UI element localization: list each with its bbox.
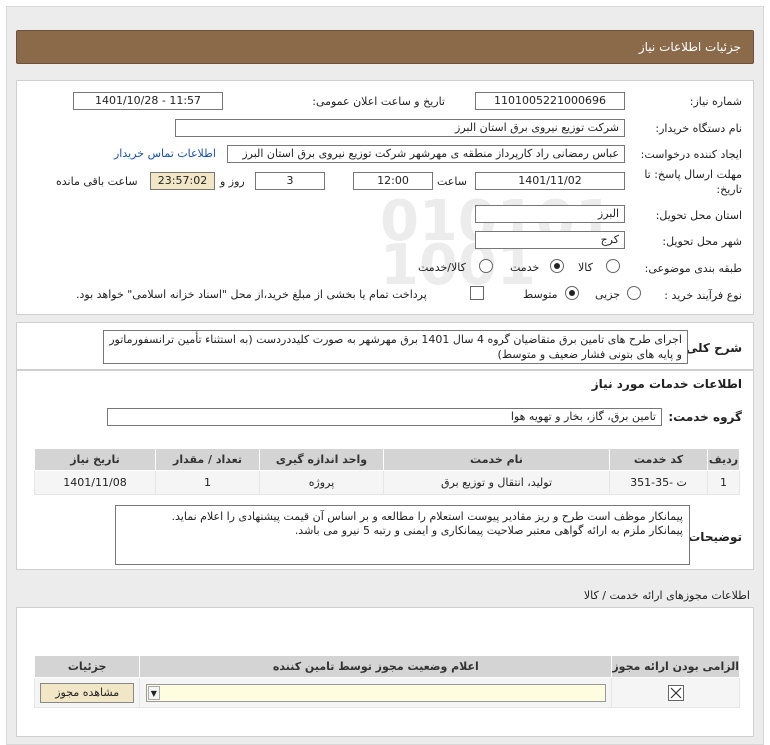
province-field: البرز — [475, 205, 625, 223]
services-table: ردیف کد خدمت نام خدمت واحد اندازه گیری ت… — [34, 448, 740, 495]
cell-permit-status: ▼ — [139, 677, 613, 708]
col-permit-required: الزامی بودن ارائه مجوز — [611, 655, 740, 678]
page-title: جزئیات اطلاعات نیاز — [638, 40, 741, 54]
col-permit-details: جزئیات — [33, 655, 141, 678]
process-label: نوع فرآیند خرید : — [664, 289, 742, 302]
services-table-header: ردیف کد خدمت نام خدمت واحد اندازه گیری ت… — [34, 448, 740, 471]
process-radio-medium[interactable] — [565, 286, 579, 300]
deadline-label-1: مهلت ارسال پاسخ: تا — [644, 168, 742, 181]
buyer-notes-line-1: پیمانکار موظف است طرح و ریز مقادیر پیوست… — [171, 510, 683, 523]
process-radio-minor[interactable] — [627, 286, 641, 300]
buyer-org-field: شرکت توزیع نیروی برق استان البرز — [175, 119, 625, 137]
chevron-down-icon: ▼ — [147, 685, 160, 700]
col-unit: واحد اندازه گیری — [259, 448, 384, 471]
category-option-service: خدمت — [510, 261, 540, 274]
category-radio-goods[interactable] — [606, 259, 620, 273]
cell-unit: پروژه — [259, 470, 384, 495]
permits-table: الزامی بودن ارائه مجوز اعلام وضعیت مجوز … — [33, 655, 740, 708]
days-label: روز و — [220, 175, 245, 188]
deadline-date-field: 1401/11/02 — [475, 172, 625, 190]
description-box: اجرای طرح های تامین برق متقاضیان گروه 4 … — [103, 330, 688, 364]
process-option-medium: متوسط — [523, 288, 558, 301]
description-text: اجرای طرح های تامین برق متقاضیان گروه 4 … — [109, 333, 682, 361]
permits-table-header: الزامی بودن ارائه مجوز اعلام وضعیت مجوز … — [33, 655, 740, 678]
table-row: 1 ت -35-351 تولید، انتقال و توزیع برق پر… — [34, 470, 740, 495]
col-permit-status: اعلام وضعیت مجوز توسط تامین کننده — [139, 655, 613, 678]
need-number-label: شماره نیاز: — [689, 95, 742, 108]
cell-row: 1 — [707, 470, 740, 495]
announce-date-label: تاریخ و ساعت اعلان عمومی: — [312, 95, 445, 108]
category-radio-service[interactable] — [550, 259, 564, 273]
need-info-panel — [16, 80, 754, 315]
deadline-time-label: ساعت — [437, 175, 467, 188]
table-row: ▼ مشاهده مجوز — [33, 677, 740, 708]
remaining-time-field: 23:57:02 — [150, 172, 215, 190]
contact-info-link[interactable]: اطلاعات تماس خریدار — [114, 147, 216, 160]
cell-need-date: 1401/11/08 — [34, 470, 156, 495]
permits-section-title: اطلاعات مجوزهای ارائه خدمت / کالا — [583, 589, 750, 602]
cell-service-code: ت -35-351 — [609, 470, 708, 495]
col-row: ردیف — [707, 448, 740, 471]
creator-field: عباس رمضانی راد کارپرداز منطقه ی مهرشهر … — [227, 145, 625, 163]
buyer-org-label: نام دستگاه خریدار: — [655, 122, 742, 135]
remaining-label: ساعت باقی مانده — [56, 175, 138, 188]
services-section-title: اطلاعات خدمات مورد نیاز — [591, 377, 742, 391]
category-option-goods: کالا — [578, 261, 593, 274]
deadline-time-field: 12:00 — [353, 172, 433, 190]
deadline-label-2: تاریخ: — [716, 183, 742, 196]
treasury-checkbox[interactable] — [470, 286, 484, 300]
col-service-name: نام خدمت — [383, 448, 610, 471]
process-option-minor: جزیی — [595, 288, 621, 301]
col-service-code: کد خدمت — [609, 448, 708, 471]
cell-permit-required — [611, 677, 740, 708]
category-option-goods-service: کالا/خدمت — [418, 261, 466, 274]
announce-date-field: 1401/10/28 - 11:57 — [73, 92, 223, 110]
cell-permit-details: مشاهده مجوز — [33, 677, 141, 708]
city-label: شهر محل تحویل: — [662, 235, 742, 248]
cell-quantity: 1 — [155, 470, 260, 495]
category-label: طبقه بندی موضوعی: — [644, 262, 742, 275]
permit-required-checkbox[interactable] — [667, 684, 684, 701]
page-title-bar: جزئیات اطلاعات نیاز — [16, 30, 754, 64]
buyer-notes-box: پیمانکار موظف است طرح و ریز مقادیر پیوست… — [115, 505, 690, 565]
city-field: کرج — [475, 231, 625, 249]
permit-status-select[interactable]: ▼ — [145, 683, 606, 702]
col-quantity: تعداد / مقدار — [155, 448, 260, 471]
service-group-label: گروه خدمت: — [668, 410, 742, 424]
col-need-date: تاریخ نیاز — [34, 448, 156, 471]
days-field: 3 — [255, 172, 325, 190]
view-permit-button[interactable]: مشاهده مجوز — [40, 682, 135, 703]
category-radio-goods-service[interactable] — [479, 259, 493, 273]
treasury-text: پرداخت تمام یا بخشی از مبلغ خرید،از محل … — [76, 288, 427, 301]
need-number-field: 1101005221000696 — [475, 92, 625, 110]
cell-service-name: تولید، انتقال و توزیع برق — [383, 470, 610, 495]
service-group-field: تامین برق، گاز، بخار و تهویه هوا — [107, 408, 662, 426]
buyer-notes-line-2: پیمانکار ملزم به ارائه گواهی معتبر صلاحی… — [294, 524, 683, 537]
creator-label: ایجاد کننده درخواست: — [640, 148, 742, 161]
province-label: استان محل تحویل: — [655, 209, 742, 222]
